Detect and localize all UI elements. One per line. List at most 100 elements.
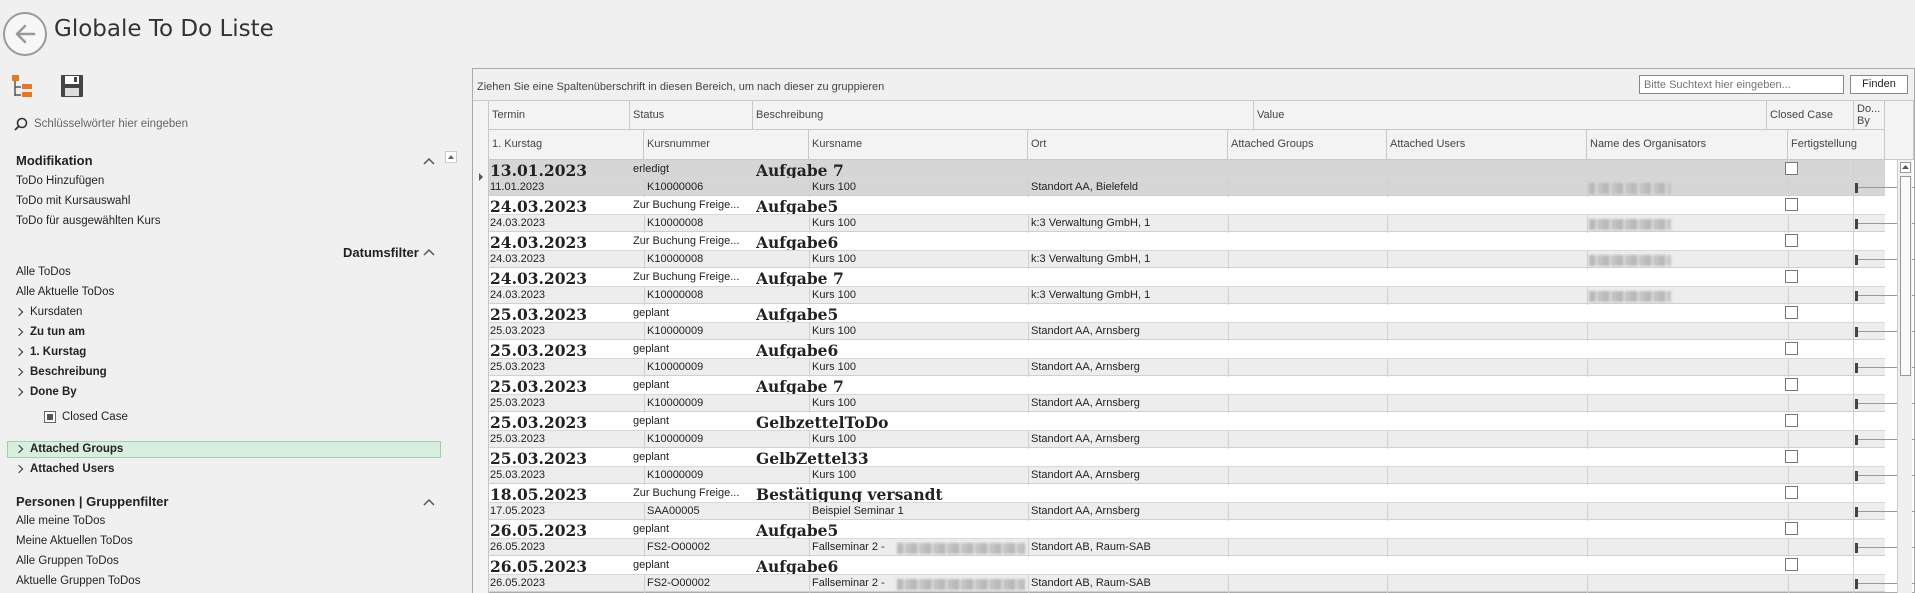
closed-case-checkbox[interactable] <box>1785 414 1798 427</box>
filter-kursdaten[interactable]: Kursdaten <box>14 306 83 318</box>
cell-kursnummer: K10000006 <box>647 181 704 193</box>
filter-label: Attached Groups <box>30 443 124 455</box>
closed-case-checkbox[interactable] <box>1785 486 1798 499</box>
table-row[interactable]: 24.03.2023 Zur Buchung Freige... Aufgabe 7… <box>489 268 1915 305</box>
closed-case-checkbox[interactable] <box>1785 522 1798 535</box>
col-header-attached-users[interactable]: Attached Users <box>1387 130 1587 160</box>
table-row[interactable]: 25.03.2023 geplant Aufgabe6 25.03.2023 K1000… <box>489 340 1915 377</box>
row-line-1: 25.03.2023 geplant GelbzettelToDo <box>489 412 1885 432</box>
col-header-attached-groups[interactable]: Attached Groups <box>1228 130 1387 160</box>
filter-attached-groups[interactable]: Attached Groups <box>14 443 124 455</box>
filter-closed-case[interactable]: Closed Case <box>44 411 128 423</box>
header-corner <box>1885 101 1914 160</box>
cell-status: erledigt <box>633 163 670 175</box>
col-header-done-by[interactable]: Do... By <box>1854 101 1885 130</box>
col-header-kursnummer[interactable]: Kursnummer <box>644 130 809 160</box>
cell-kursnummer: SAA00005 <box>647 505 700 517</box>
col-header-kursname[interactable]: Kursname <box>809 130 1028 160</box>
table-row[interactable]: 26.05.2023 geplant Aufgabe6 26.05.2023 FS2-O… <box>489 556 1915 593</box>
filter-label: 1. Kurstag <box>30 346 87 358</box>
keyword-search[interactable]: Schlüsselwörter hier eingeben <box>14 116 188 132</box>
col-header-value[interactable]: Value <box>1254 101 1767 130</box>
closed-case-checkbox[interactable] <box>1785 450 1798 463</box>
chevron-right-icon <box>14 464 24 474</box>
panel-scroll-up[interactable] <box>445 151 457 163</box>
table-row[interactable]: 24.03.2023 Zur Buchung Freige... Aufgabe6 2… <box>489 232 1915 269</box>
col-header-fertigstellung[interactable]: Fertigstellung <box>1788 130 1885 160</box>
chevron-up-icon[interactable] <box>422 495 436 509</box>
closed-case-checkbox[interactable] <box>1785 198 1798 211</box>
chevron-right-icon <box>14 387 24 397</box>
filter-alle-meine-todos[interactable]: Alle meine ToDos <box>16 515 105 527</box>
save-icon[interactable] <box>58 72 86 100</box>
table-row[interactable]: 24.03.2023 Zur Buchung Freige... Aufgabe5 2… <box>489 196 1915 233</box>
chevron-up-icon[interactable] <box>422 245 436 259</box>
cell-kurstag: 25.03.2023 <box>490 433 546 445</box>
tree-hierarchy-icon[interactable] <box>10 72 38 100</box>
back-button[interactable] <box>3 12 47 56</box>
cell-kurstag: 24.03.2023 <box>490 217 546 229</box>
filter-attached-users[interactable]: Attached Users <box>14 463 114 475</box>
todo-mit-kursauswahl[interactable]: ToDo mit Kursauswahl <box>16 195 130 207</box>
filter-alle-gruppen-todos[interactable]: Alle Gruppen ToDos <box>16 555 119 567</box>
col-header-kurstag[interactable]: 1. Kurstag <box>489 130 644 160</box>
table-row[interactable]: 25.03.2023 geplant GelbzettelToDo 25.03.202… <box>489 412 1915 449</box>
filter-label: Beschreibung <box>30 366 107 378</box>
todo-fuer-ausgewaehlten-kurs[interactable]: ToDo für ausgewählten Kurs <box>16 215 160 227</box>
filter-kurstag[interactable]: 1. Kurstag <box>14 346 87 358</box>
table-row[interactable]: 26.05.2023 geplant Aufgabe5 26.05.2023 FS2-O… <box>489 520 1915 557</box>
todo-grid: Ziehen Sie eine Spaltenüberschrift in di… <box>472 68 1915 593</box>
cell-kursnummer: K10000009 <box>647 397 704 409</box>
section-personen: Personen | Gruppenfilter <box>16 494 169 509</box>
scroll-thumb[interactable] <box>1900 176 1911 376</box>
closed-case-checkbox[interactable] <box>1785 270 1798 283</box>
vertical-scrollbar[interactable] <box>1897 160 1912 593</box>
cell-ort: k:3 Verwaltung GmbH, 1 <box>1031 253 1151 265</box>
table-row[interactable]: 18.05.2023 Zur Buchung Freige... Bestätigu… <box>489 484 1915 521</box>
col-header-organisator[interactable]: Name des Organisators <box>1587 130 1788 160</box>
page-title: Globale To Do Liste <box>54 16 274 42</box>
filter-zu-tun-am[interactable]: Zu tun am <box>14 326 85 338</box>
table-row[interactable]: 25.03.2023 geplant Aufgabe 7 25.03.2023 K100… <box>489 376 1915 413</box>
cell-ort: Standort AA, Arnsberg <box>1031 433 1140 445</box>
filter-label: Kursdaten <box>30 306 83 318</box>
cell-kurstag: 11.01.2023 <box>490 181 545 193</box>
closed-case-checkbox[interactable] <box>1785 234 1798 247</box>
filter-meine-aktuellen-todos[interactable]: Meine Aktuellen ToDos <box>16 535 133 547</box>
col-header-ort[interactable]: Ort <box>1028 130 1228 160</box>
closed-case-checkbox[interactable] <box>1785 342 1798 355</box>
col-header-beschreibung[interactable]: Beschreibung <box>753 101 1254 130</box>
filter-alle-todos[interactable]: Alle ToDos <box>16 266 71 278</box>
scroll-up-button[interactable] <box>1900 162 1911 173</box>
filter-label: Done By <box>30 386 77 398</box>
find-button[interactable]: Finden <box>1850 75 1908 94</box>
table-row[interactable]: 25.03.2023 geplant Aufgabe5 25.03.2023 K1000… <box>489 304 1915 341</box>
filter-beschreibung[interactable]: Beschreibung <box>14 366 107 378</box>
closed-case-checkbox[interactable] <box>1785 162 1798 175</box>
col-header-closed-case[interactable]: Closed Case <box>1767 101 1854 130</box>
grid-search-input[interactable] <box>1639 75 1844 94</box>
cell-kurstag: 24.03.2023 <box>490 289 546 301</box>
redacted-organizer <box>1589 291 1671 302</box>
col-header-termin[interactable]: Termin <box>489 101 630 130</box>
chevron-up-icon[interactable] <box>422 154 436 168</box>
cell-kursnummer: K10000008 <box>647 289 704 301</box>
cell-kursname: Kurs 100 <box>812 217 857 229</box>
filter-alle-aktuelle-todos[interactable]: Alle Aktuelle ToDos <box>16 286 114 298</box>
todo-hinzufuegen[interactable]: ToDo Hinzufügen <box>16 175 104 187</box>
table-row[interactable]: 13.01.2023 erledigt Aufgabe 7 11.01.2023 K10… <box>489 160 1915 197</box>
group-panel[interactable]: Ziehen Sie eine Spaltenüberschrift in di… <box>473 69 1914 101</box>
row-line-1: 25.03.2023 geplant Aufgabe 7 <box>489 376 1885 396</box>
filter-aktuelle-gruppen-todos[interactable]: Aktuelle Gruppen ToDos <box>16 575 140 587</box>
table-row[interactable]: 25.03.2023 geplant GelbZettel33 25.03.2023 K… <box>489 448 1915 485</box>
cell-kursnummer: K10000009 <box>647 433 704 445</box>
col-header-status[interactable]: Status <box>630 101 753 130</box>
cell-kursname: Beispiel Seminar 1 <box>812 505 904 517</box>
closed-case-checkbox[interactable] <box>1785 378 1798 391</box>
filter-done-by[interactable]: Done By <box>14 386 77 398</box>
closed-case-checkbox[interactable] <box>1785 306 1798 319</box>
cell-kursname: Kurs 100 <box>812 433 857 445</box>
closed-case-checkbox[interactable] <box>1785 558 1798 571</box>
row-line-1: 26.05.2023 geplant Aufgabe6 <box>489 556 1885 576</box>
cell-kurstag: 25.03.2023 <box>490 469 546 481</box>
